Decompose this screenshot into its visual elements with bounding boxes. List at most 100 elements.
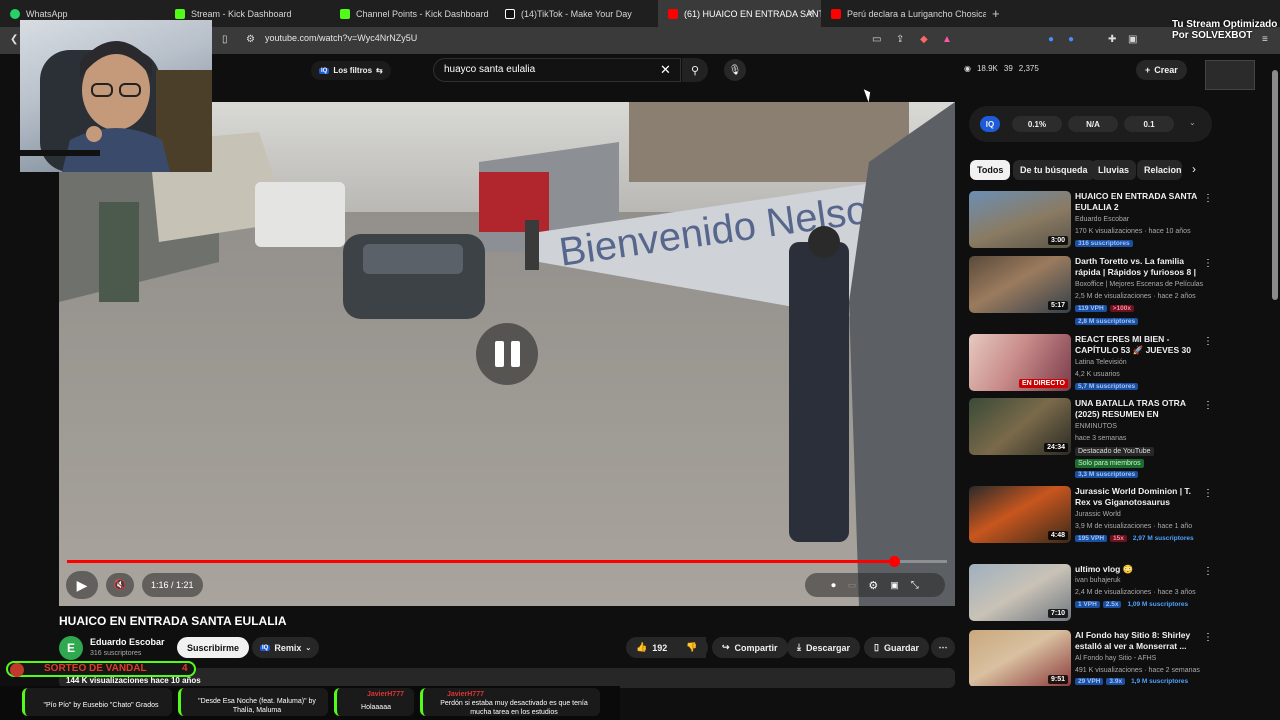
scrollbar-thumb[interactable] — [1272, 70, 1278, 300]
duration-badge: 7:10 — [1047, 609, 1068, 618]
more-vert-icon[interactable]: ⋮ — [1203, 400, 1213, 411]
share-button[interactable]: ↪ Compartir — [712, 637, 788, 658]
raffle-label: SORTEO DE VANDAL — [44, 663, 147, 674]
dislike-button[interactable]: 👎 — [676, 637, 708, 658]
remix-button[interactable]: IQ Remix ⌄ — [252, 637, 320, 658]
clear-search-icon[interactable]: ✕ — [660, 62, 671, 78]
miniplayer-icon[interactable]: ▣ — [890, 580, 899, 591]
webcam-overlay — [20, 20, 212, 172]
recommendation-item[interactable]: 4:48 Jurassic World Dominion | T. Rex vs… — [969, 486, 1213, 546]
cast-icon[interactable]: ▭ — [872, 34, 881, 45]
more-vert-icon[interactable]: ⋮ — [1203, 632, 1211, 643]
create-button[interactable]: + Crear — [1136, 60, 1187, 80]
search-button[interactable]: ⚲ — [682, 58, 708, 82]
rec-title[interactable]: Darth Toretto vs. La familia rápida | Rá… — [1075, 256, 1199, 278]
brave-shield-icon[interactable]: ◆ — [920, 34, 928, 45]
video-thumbnail[interactable]: 5:17 — [969, 256, 1071, 313]
rec-title[interactable]: HUAICO EN ENTRADA SANTA EULALIA 2 — [1075, 191, 1199, 213]
save-button[interactable]: ▯ Guardar — [864, 637, 929, 658]
rec-title[interactable]: REACT ERES MI BIEN - CAPÍTULO 53 🚀 JUEVE… — [1075, 334, 1199, 356]
recommendation-item[interactable]: 24:34 UNA BATALLA TRAS OTRA (2025) RESUM… — [969, 398, 1213, 482]
more-vert-icon[interactable]: ⋮ — [1203, 336, 1213, 347]
raffle-count: 4 — [182, 663, 188, 674]
download-button[interactable]: ⤓ Descargar — [787, 637, 861, 658]
recommendation-item[interactable]: EN DIRECTO REACT ERES MI BIEN - CAPÍTULO… — [969, 334, 1213, 394]
chevron-right-icon[interactable]: › — [1192, 162, 1196, 176]
subscribe-button[interactable]: Suscribirme — [177, 637, 250, 658]
play-button[interactable]: ▶ — [66, 571, 98, 599]
sidebar-icon[interactable]: ▣ — [1128, 34, 1137, 45]
recommendation-item[interactable]: 9:51 Al Fondo hay Sitio 8: Shirley estal… — [969, 630, 1211, 686]
chat-text: "Desde Esa Noche (feat. Maluma)" by Thal… — [198, 698, 316, 714]
recommendation-item[interactable]: 3:00 HUAICO EN ENTRADA SANTA EULALIA 2 E… — [969, 191, 1213, 251]
more-actions-button[interactable]: ⋯ — [931, 637, 955, 658]
url-field[interactable]: youtube.com/watch?v=Wyc4NrNZy5U — [265, 33, 417, 43]
video-thumbnail[interactable]: EN DIRECTO — [969, 334, 1071, 391]
video-player[interactable]: Bienvenido Nelson — [59, 102, 955, 606]
filters-button[interactable]: IQ Los filtros ⇆ — [311, 61, 391, 80]
site-settings-icon[interactable]: ⚙ — [246, 34, 255, 45]
play-icon: ▶ — [76, 576, 88, 593]
members-only-badge: Solo para miembros — [1075, 459, 1144, 468]
pause-button[interactable] — [476, 323, 538, 385]
rec-title[interactable]: Jurassic World Dominion | T. Rex vs Giga… — [1075, 486, 1199, 508]
vph-badge: 1 VPH — [1075, 601, 1100, 608]
more-vert-icon[interactable]: ⋮ — [1203, 488, 1213, 499]
back-icon[interactable]: ❮ — [10, 34, 18, 45]
rec-title[interactable]: Al Fondo hay Sitio 8: Shirley estalló al… — [1075, 630, 1199, 652]
chip-related[interactable]: Relacion — [1137, 160, 1182, 180]
subtitles-icon[interactable]: ▭ — [848, 580, 857, 591]
extension-icon[interactable]: ● — [1048, 34, 1054, 45]
tab-kick-points[interactable]: Channel Points - Kick Dashboard — [330, 0, 495, 27]
channel-name[interactable]: Eduardo Escobar — [90, 637, 165, 647]
more-vert-icon[interactable]: ⋮ — [1203, 258, 1213, 269]
video-thumbnail[interactable]: 9:51 — [969, 630, 1071, 686]
more-vert-icon[interactable]: ⋮ — [1203, 566, 1213, 577]
video-thumbnail[interactable]: 3:00 — [969, 191, 1071, 248]
multiplier-badge: 3.9x — [1106, 678, 1126, 685]
chip-all[interactable]: Todos — [970, 160, 1011, 180]
fullscreen-exit-icon[interactable]: ⤡ — [911, 580, 919, 591]
rec-meta: hace 3 semanas — [1075, 435, 1127, 442]
close-icon[interactable]: ✕ — [807, 8, 815, 19]
progress-bar[interactable] — [67, 556, 947, 567]
duration-badge: 3:00 — [1047, 236, 1068, 245]
channel-avatar[interactable]: E — [59, 636, 83, 660]
recommendation-item[interactable]: 5:17 Darth Toretto vs. La familia rápida… — [969, 256, 1213, 328]
chip-rain[interactable]: Lluvias — [1091, 160, 1137, 180]
share-icon[interactable]: ⇪ — [896, 34, 904, 45]
time-display: 1:16 / 1:21 — [142, 573, 203, 597]
chip-from-search[interactable]: De tu búsqueda — [1013, 160, 1095, 180]
puzzle-icon[interactable]: ✚ — [1108, 34, 1116, 45]
subscribers-badge: 2,8 M suscriptores — [1075, 318, 1139, 325]
rewards-icon[interactable]: ▲ — [942, 34, 952, 45]
views-stat: 18.9K — [976, 64, 998, 73]
rec-title[interactable]: UNA BATALLA TRAS OTRA (2025) RESUMEN EN … — [1075, 398, 1199, 420]
bookmark-icon[interactable]: ▯ — [222, 34, 228, 45]
tab-youtube-active[interactable]: (61) HUAICO EN ENTRADA SANT ✕ — [658, 0, 821, 27]
kick-icon — [175, 8, 185, 19]
more-icon: ⋯ — [938, 642, 948, 652]
settings-icon[interactable]: ⚙ — [868, 579, 878, 592]
video-thumbnail[interactable]: 4:48 — [969, 486, 1071, 543]
new-tab-button[interactable]: + — [992, 6, 1000, 21]
more-vert-icon[interactable]: ⋮ — [1203, 193, 1213, 204]
chat-text: Perdón si estaba muy desactivado es que … — [440, 700, 588, 716]
tab-youtube-news[interactable]: Perú declara a Lurigancho Chosica c — [821, 0, 986, 27]
iq-stat-c: 0.1 — [1124, 116, 1174, 132]
rec-title[interactable]: ultimo vlog 😳 — [1075, 564, 1199, 575]
recommendation-item[interactable]: 7:10 ultimo vlog 😳 ivan buhajeruk 2,4 M … — [969, 564, 1213, 624]
video-thumbnail[interactable]: 7:10 — [969, 564, 1071, 621]
duration-badge: 4:48 — [1047, 531, 1068, 540]
extension-icon[interactable]: ● — [1068, 34, 1074, 45]
raffle-icon — [10, 663, 24, 677]
tab-tiktok[interactable]: (14)TikTok - Make Your Day — [495, 0, 658, 27]
autoplay-toggle-icon[interactable]: ⏺ — [831, 580, 836, 591]
vph-badge: 195 VPH — [1075, 535, 1108, 542]
chevron-down-icon[interactable]: ⌄ — [1189, 118, 1196, 127]
video-thumbnail[interactable]: 24:34 — [969, 398, 1071, 455]
kick-icon — [340, 8, 350, 19]
voice-search-button[interactable]: 🎙 — [724, 59, 746, 81]
mute-button[interactable]: 🔇 — [106, 573, 134, 597]
whatsapp-icon — [10, 8, 20, 19]
